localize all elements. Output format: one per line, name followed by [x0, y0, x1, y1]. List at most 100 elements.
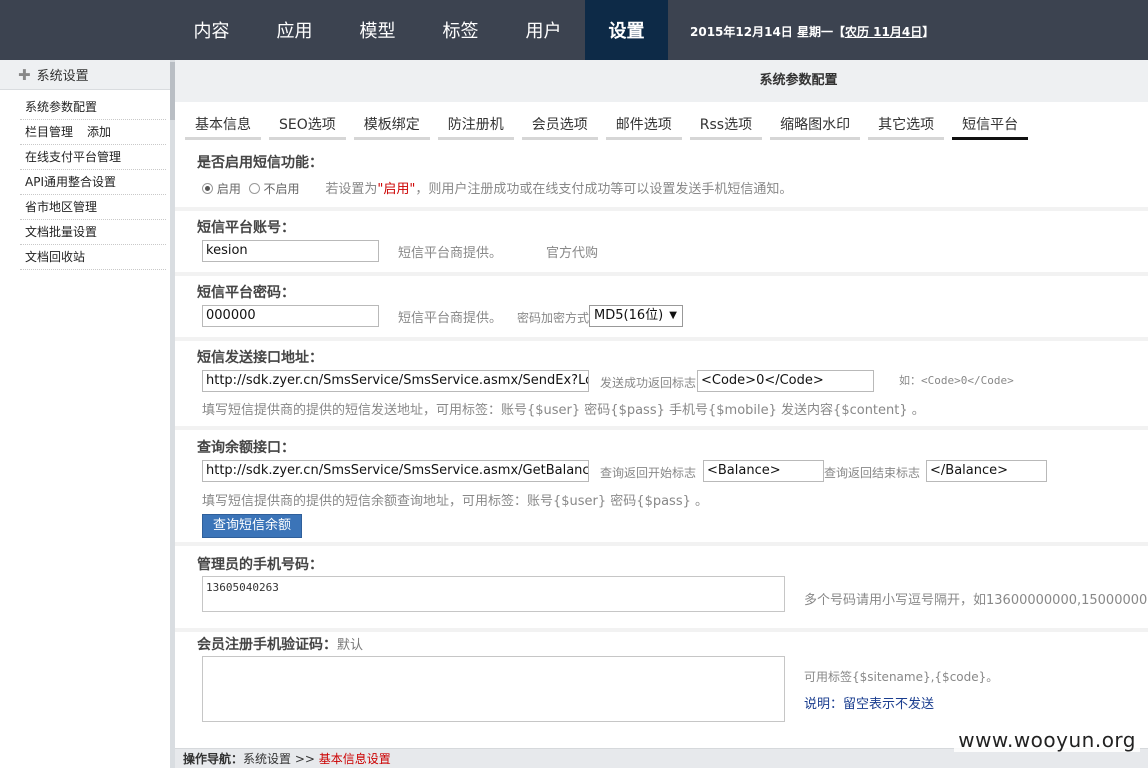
hint-prefix: 若设置为: [325, 182, 378, 197]
date-close: 】: [922, 25, 935, 39]
balance-api-label: 查询余额接口：: [197, 440, 295, 456]
hint-suffix: ，则用户注册成功或在线支付成功等可以设置发送手机短信通知。: [415, 182, 793, 197]
sms-enable-hint: 若设置为"启用"，则用户注册成功或在线支付成功等可以设置发送手机短信通知。: [325, 182, 792, 197]
radio-enable[interactable]: [202, 183, 213, 194]
sidebar-header[interactable]: ✚ 系统设置: [0, 60, 170, 90]
account-note: 短信平台商提供。: [398, 246, 503, 261]
nav-apps[interactable]: 应用: [253, 0, 336, 60]
hint-highlight: "启用": [377, 182, 416, 197]
divider: [175, 272, 1148, 276]
nav-settings[interactable]: 设置: [585, 0, 668, 60]
radio-disable-label: 不启用: [263, 182, 300, 196]
page-title: 系统参数配置: [175, 60, 1148, 102]
plus-icon: ✚: [18, 66, 31, 84]
sidebar-item-batch-docs[interactable]: 文档批量设置: [20, 220, 166, 245]
encryption-select[interactable]: MD5(16位) ▼: [589, 305, 683, 327]
send-api-section: 短信发送接口地址： http://sdk.zyer.cn/SmsService/…: [197, 347, 1148, 429]
balance-api-section: 查询余额接口： http://sdk.zyer.cn/SmsService/Sm…: [197, 437, 1148, 545]
sidebar-item-column-manage[interactable]: 栏目管理: [25, 125, 73, 139]
send-api-label: 短信发送接口地址：: [197, 350, 323, 366]
balance-api-help: 填写短信提供商的提供的短信余额查询地址，可用标签：账号{$user} 密码{$p…: [202, 494, 709, 509]
tab-other[interactable]: 其它选项: [868, 114, 945, 140]
tab-sms[interactable]: 短信平台: [952, 114, 1029, 140]
sidebar-item-api[interactable]: API通用整合设置: [20, 170, 166, 195]
date-text: 2015年12月14日 星期一【: [690, 25, 845, 39]
sidebar-item-system-params[interactable]: 系统参数配置: [20, 95, 166, 120]
tab-rss[interactable]: Rss选项: [689, 114, 763, 140]
main-panel: 系统参数配置 基本信息 SEO选项 模板绑定 防注册机 会员选项 邮件选项 Rs…: [175, 60, 1148, 748]
nav-models[interactable]: 模型: [336, 0, 419, 60]
divider: [175, 542, 1148, 546]
divider: [175, 628, 1148, 632]
sidebar-item-column-add[interactable]: 添加: [87, 125, 111, 139]
account-section: 短信平台账号： kesion 短信平台商提供。 官方代购: [197, 217, 1148, 277]
sidebar-title: 系统设置: [36, 69, 89, 84]
sms-enable-label: 是否启用短信功能：: [197, 155, 323, 171]
breadcrumb-arrow: >>: [294, 752, 315, 766]
verify-code-explain: 说明：留空表示不发送: [804, 697, 935, 712]
dropdown-arrow-icon: ▼: [669, 310, 677, 321]
breadcrumb-current[interactable]: 基本信息设置: [319, 752, 391, 766]
account-label: 短信平台账号：: [197, 220, 295, 236]
success-flag-input[interactable]: <Code>0</Code>: [697, 370, 874, 392]
verify-code-textarea[interactable]: [202, 656, 785, 722]
admin-mobile-hint: 多个号码请用小写逗号隔开，如13600000000,1500000000: [804, 593, 1148, 608]
top-navigation-bar: 内容 应用 模型 标签 用户 设置 2015年12月14日 星期一【农历 11月…: [0, 0, 1148, 60]
lunar-date-link[interactable]: 农历 11月4日: [845, 25, 922, 39]
balance-start-input[interactable]: <Balance>: [703, 460, 824, 482]
verify-code-title: 会员注册手机验证码：: [197, 637, 337, 653]
verify-code-default: 默认: [337, 638, 364, 653]
official-purchase-link[interactable]: 官方代购: [546, 242, 598, 261]
breadcrumb-system-settings[interactable]: 系统设置: [243, 752, 291, 766]
divider: [175, 337, 1148, 341]
radio-disable[interactable]: [248, 183, 260, 194]
balance-end-label: 查询返回结束标志: [824, 466, 921, 480]
admin-mobile-section: 管理员的手机号码： 13605040263 多个号码请用小写逗号隔开，如1360…: [197, 554, 1148, 624]
verify-code-label: 会员注册手机验证码：默认: [197, 634, 1148, 654]
encryption-label: 密码加密方式: [517, 311, 590, 325]
encryption-value: MD5(16位): [594, 308, 664, 323]
admin-mobile-textarea[interactable]: 13605040263: [202, 576, 785, 612]
main-menu: 内容 应用 模型 标签 用户 设置: [170, 0, 668, 60]
sidebar-item-columns: 栏目管理 添加: [20, 120, 166, 145]
sidebar: ✚ 系统设置 系统参数配置 栏目管理 添加 在线支付平台管理 API通用整合设置 省…: [0, 60, 170, 768]
password-label: 短信平台密码：: [197, 285, 295, 301]
tab-watermark[interactable]: 缩略图水印: [770, 114, 861, 140]
sidebar-item-regions[interactable]: 省市地区管理: [20, 195, 166, 220]
tab-template[interactable]: 模板绑定: [353, 114, 430, 140]
sidebar-list: 系统参数配置 栏目管理 添加 在线支付平台管理 API通用整合设置 省市地区管理 …: [0, 90, 170, 270]
tab-basic-info[interactable]: 基本信息: [185, 114, 261, 140]
sidebar-item-recycle-bin[interactable]: 文档回收站: [20, 245, 166, 270]
admin-mobile-label: 管理员的手机号码：: [197, 557, 323, 573]
radio-enable-label: 启用: [216, 182, 241, 196]
divider: [175, 207, 1148, 211]
success-flag-example: 如：<Code>0</Code>: [899, 374, 1014, 387]
balance-url-input[interactable]: http://sdk.zyer.cn/SmsService/SmsService…: [202, 460, 589, 482]
nav-users[interactable]: 用户: [502, 0, 585, 60]
sidebar-item-payment[interactable]: 在线支付平台管理: [20, 145, 166, 170]
nav-tags[interactable]: 标签: [419, 0, 502, 60]
watermark: www.wooyun.org: [954, 728, 1140, 752]
breadcrumb-label: 操作导航：: [183, 752, 244, 766]
tab-member[interactable]: 会员选项: [521, 114, 598, 140]
tab-email[interactable]: 邮件选项: [605, 114, 682, 140]
sms-enable-options: 启用 不启用 若设置为"启用"，则用户注册成功或在线支付成功等可以设置发送手机短…: [202, 178, 792, 197]
divider: [175, 426, 1148, 430]
success-flag-label: 发送成功返回标志: [600, 376, 697, 390]
settings-tabs: 基本信息 SEO选项 模板绑定 防注册机 会员选项 邮件选项 Rss选项 缩略图…: [185, 114, 1036, 140]
balance-start-label: 查询返回开始标志: [600, 466, 697, 480]
query-balance-button[interactable]: 查询短信余额: [202, 514, 303, 538]
verify-code-section: 会员注册手机验证码：默认 可用标签{$sitename},{$code}。 说明…: [197, 634, 1148, 734]
date-display: 2015年12月14日 星期一【农历 11月4日】: [690, 23, 934, 40]
tab-seo[interactable]: SEO选项: [269, 114, 346, 140]
send-url-input[interactable]: http://sdk.zyer.cn/SmsService/SmsService…: [202, 370, 589, 392]
verify-code-tags: 可用标签{$sitename},{$code}。: [804, 670, 999, 684]
balance-end-input[interactable]: </Balance>: [926, 460, 1047, 482]
password-section: 短信平台密码： 000000 短信平台商提供。 密码加密方式 MD5(16位) ▼: [197, 282, 1148, 342]
sms-enable-section: 是否启用短信功能： 启用 不启用 若设置为"启用"，则用户注册成功或在线支付成功…: [197, 152, 1148, 207]
password-note: 短信平台商提供。: [398, 311, 503, 326]
nav-content[interactable]: 内容: [170, 0, 253, 60]
password-input[interactable]: 000000: [202, 305, 379, 327]
tab-anti-bot[interactable]: 防注册机: [437, 114, 514, 140]
account-input[interactable]: kesion: [202, 240, 379, 262]
